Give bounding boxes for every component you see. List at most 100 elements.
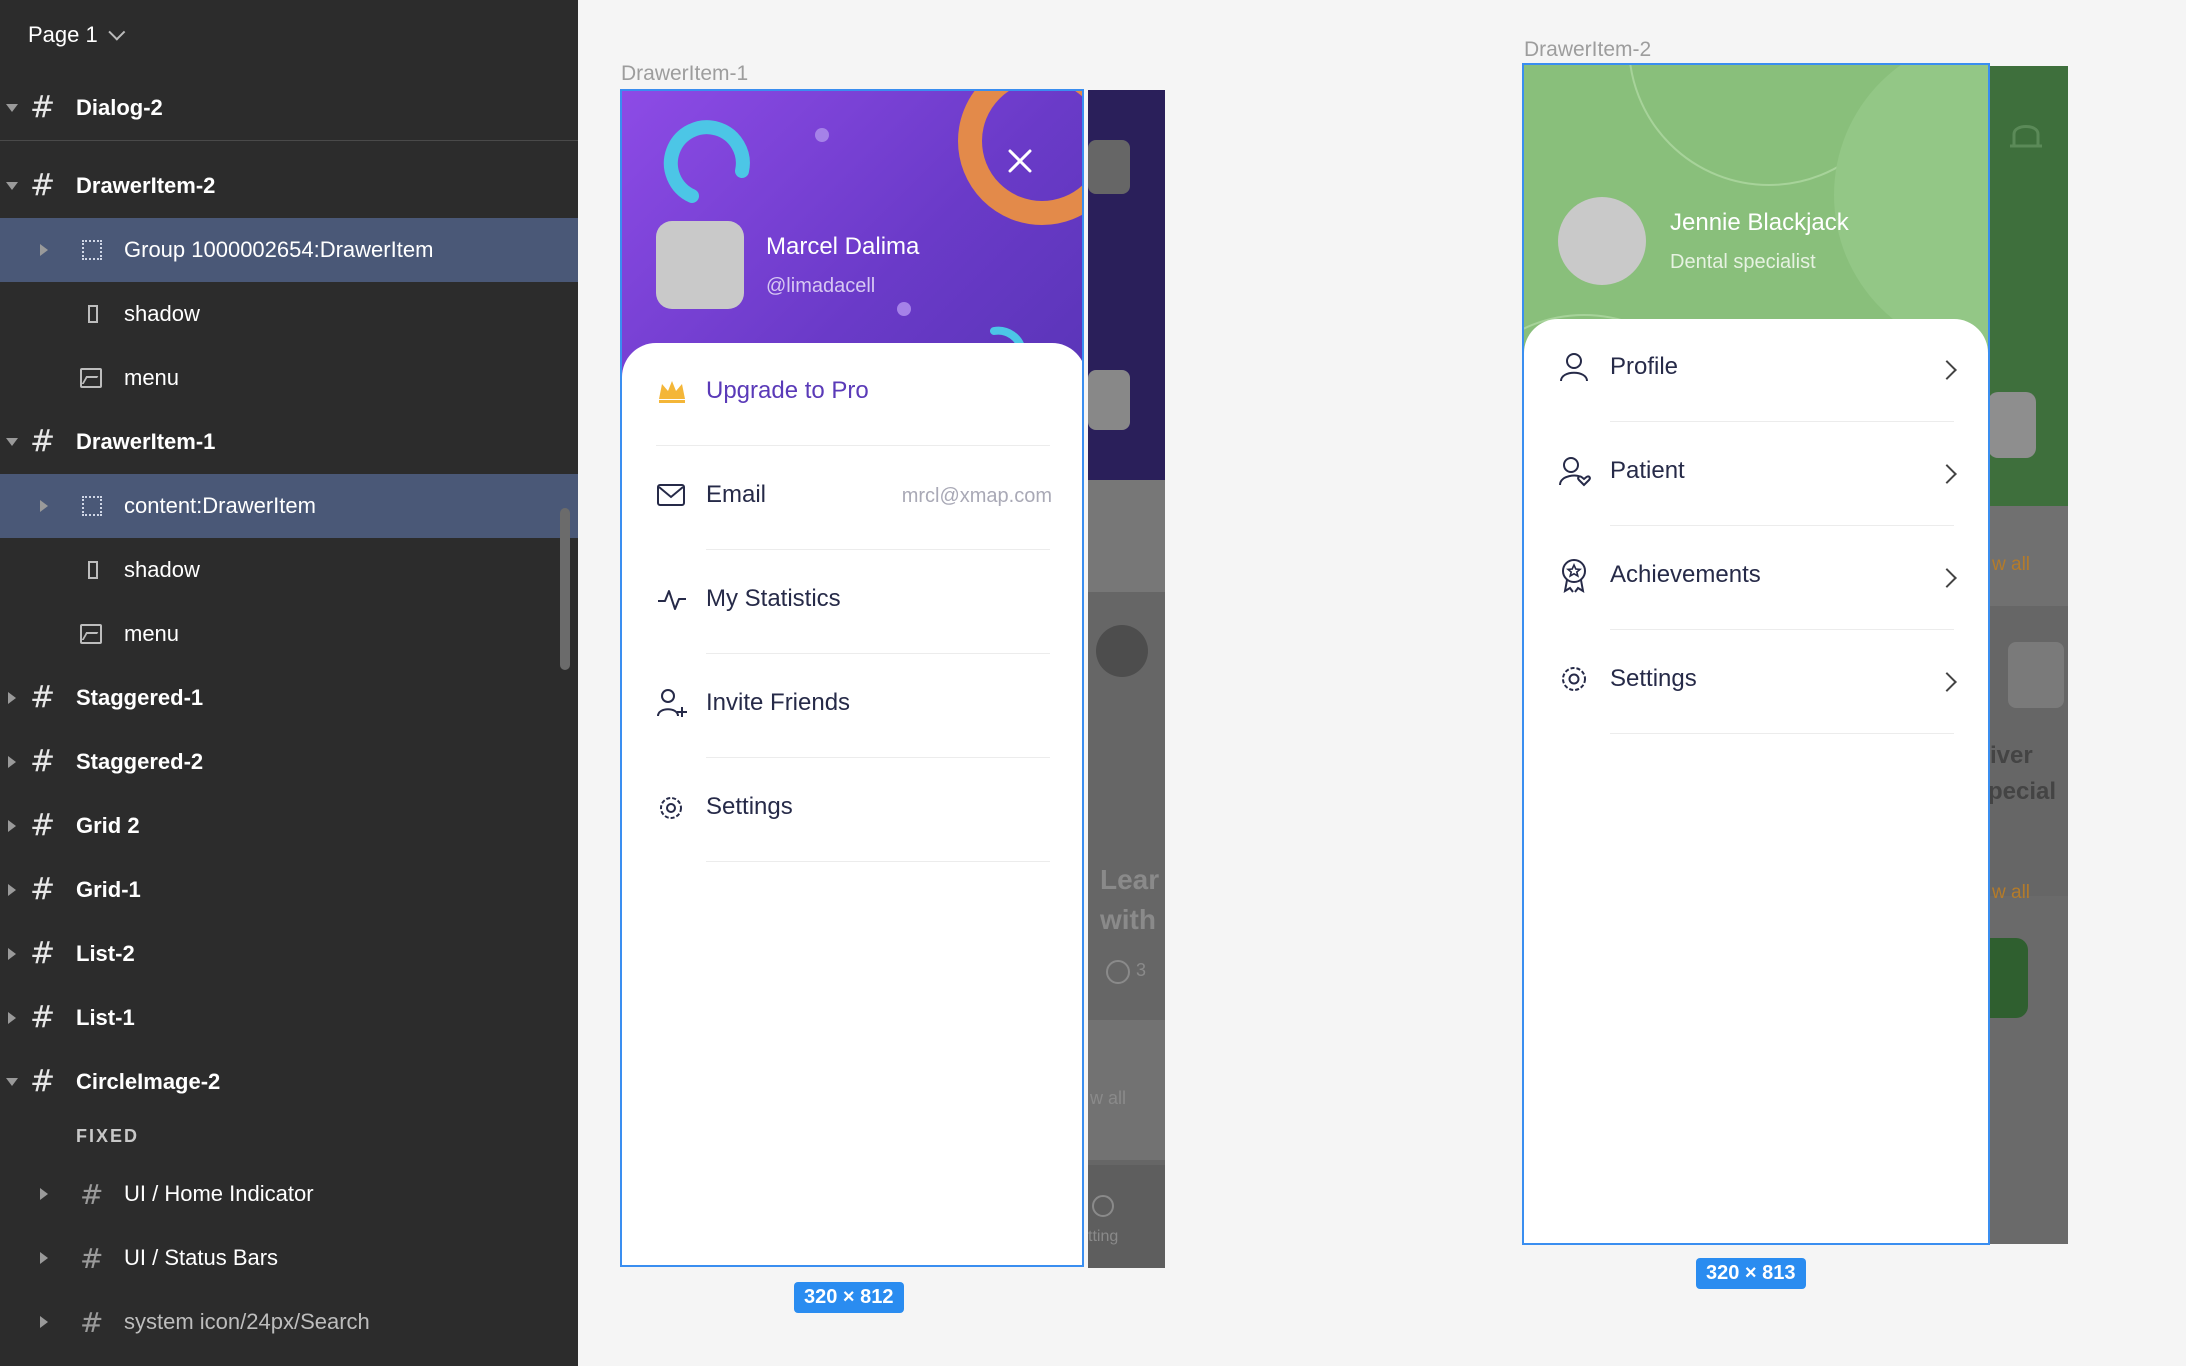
layer-row-list-2[interactable]: # List-2 — [0, 922, 578, 986]
caret-right-icon[interactable] — [40, 244, 48, 256]
frame-title-draweritem-2[interactable]: DrawerItem-2 — [1524, 38, 1651, 62]
user-icon — [1560, 353, 1588, 382]
menu-item-label: Settings — [706, 793, 793, 820]
menu-item-upgrade[interactable]: Upgrade to Pro — [622, 343, 1082, 447]
layers-panel: Page 1 # Dialog-2 # DrawerItem-2 Group 1… — [0, 0, 578, 1366]
background-block — [1088, 370, 1130, 430]
layer-row-shadow[interactable]: shadow — [0, 538, 578, 602]
background-text: pecial — [1988, 778, 2057, 805]
frame-icon: # — [80, 1306, 104, 1339]
layer-row-draweritem-2[interactable]: # DrawerItem-2 — [0, 154, 578, 218]
caret-right-icon[interactable] — [8, 884, 16, 896]
layer-row-group-draweritem[interactable]: Group 1000002654:DrawerItem — [0, 218, 578, 282]
caret-right-icon[interactable] — [40, 1188, 48, 1200]
group-icon — [82, 496, 102, 516]
menu-item-statistics[interactable]: My Statistics — [622, 551, 1082, 655]
caret-right-icon[interactable] — [8, 756, 16, 768]
layer-label: List-2 — [76, 941, 135, 966]
background-image — [2008, 642, 2064, 708]
layer-row-status-bars[interactable]: # UI / Status Bars — [0, 1226, 578, 1290]
chevron-right-icon — [1937, 464, 1957, 484]
divider — [656, 445, 1050, 446]
layer-row-staggered-1[interactable]: # Staggered-1 — [0, 666, 578, 730]
layer-row-content-draweritem[interactable]: content:DrawerItem — [0, 474, 578, 538]
layer-row-dialog-2[interactable]: # Dialog-2 — [0, 76, 578, 141]
frame-title-draweritem-1[interactable]: DrawerItem-1 — [621, 62, 748, 86]
gear-icon — [660, 797, 682, 819]
clock-icon — [1106, 960, 1130, 984]
close-button[interactable] — [1000, 141, 1040, 181]
avatar[interactable] — [1558, 197, 1646, 285]
divider — [1610, 733, 1954, 734]
layer-row-search-icon[interactable]: # system icon/24px/Search — [0, 1290, 578, 1354]
group-icon — [82, 240, 102, 260]
drawer1-header: Marcel Dalima @limadacell — [622, 91, 1082, 381]
background-text: tting — [1088, 1228, 1119, 1245]
frame-icon: # — [30, 936, 56, 971]
background-text: w all — [1992, 882, 2031, 903]
avatar[interactable] — [656, 221, 744, 309]
layer-row-shadow[interactable]: shadow — [0, 282, 578, 346]
layer-row-menu[interactable]: menu — [0, 346, 578, 410]
menu-item-patient[interactable]: Patient — [1524, 423, 1988, 527]
size-badge-draweritem-1: 320 × 812 — [794, 1282, 904, 1313]
page-selector-label: Page 1 — [28, 22, 98, 47]
layer-row-grid-2[interactable]: # Grid 2 — [0, 794, 578, 858]
caret-right-icon[interactable] — [40, 1252, 48, 1264]
image-icon — [80, 624, 102, 644]
menu-item-settings[interactable]: Settings — [622, 759, 1082, 863]
divider — [1610, 629, 1954, 630]
gear-icon — [1562, 667, 1586, 691]
drawer2-frame[interactable]: Jennie Blackjack Dental specialist Profi… — [1522, 63, 1990, 1245]
caret-right-icon[interactable] — [40, 1316, 48, 1328]
caret-down-icon[interactable] — [6, 182, 18, 190]
background-text: w all — [1992, 554, 2031, 575]
caret-down-icon[interactable] — [6, 104, 18, 112]
caret-right-icon[interactable] — [8, 1012, 16, 1024]
caret-right-icon[interactable] — [40, 500, 48, 512]
chevron-right-icon — [1937, 568, 1957, 588]
layers-scrollbar[interactable] — [560, 508, 570, 670]
layer-label: Staggered-2 — [76, 749, 204, 774]
background-text: iver — [1990, 742, 2033, 769]
drawer1-background-app: Lear with 3 w all tting — [1088, 90, 1165, 1268]
caret-right-icon[interactable] — [8, 948, 16, 960]
layer-row-circleimage-2[interactable]: # CircleImage-2 — [0, 1050, 578, 1114]
decor-dot — [897, 302, 911, 316]
layer-label: content:DrawerItem — [124, 493, 316, 518]
user-heart-icon — [1559, 457, 1591, 487]
menu-item-settings[interactable]: Settings — [1524, 631, 1988, 735]
layer-row-menu[interactable]: menu — [0, 602, 578, 666]
page-selector[interactable]: Page 1 — [28, 22, 126, 48]
menu-item-achievements[interactable]: Achievements — [1524, 527, 1988, 631]
layer-label: Grid 2 — [76, 813, 140, 838]
caret-down-icon[interactable] — [6, 1078, 18, 1086]
divider — [1610, 421, 1954, 422]
caret-right-icon[interactable] — [8, 820, 16, 832]
divider — [706, 861, 1050, 862]
menu-item-invite[interactable]: Invite Friends — [622, 655, 1082, 759]
layer-label: Group 1000002654:DrawerItem — [124, 237, 434, 262]
menu-item-profile[interactable]: Profile — [1524, 319, 1988, 423]
layer-label: shadow — [124, 557, 200, 582]
menu-item-label: Patient — [1610, 457, 1685, 484]
divider — [1610, 525, 1954, 526]
layer-label: DrawerItem-2 — [76, 173, 216, 198]
menu-item-label: Achievements — [1610, 561, 1761, 588]
layer-row-grid-1[interactable]: # Grid-1 — [0, 858, 578, 922]
menu-item-label: My Statistics — [706, 585, 841, 612]
layer-row-home-indicator[interactable]: # UI / Home Indicator — [0, 1162, 578, 1226]
layer-row-list-1[interactable]: # List-1 — [0, 986, 578, 1050]
layer-row-staggered-2[interactable]: # Staggered-2 — [0, 730, 578, 794]
user-name: Jennie Blackjack — [1670, 209, 1849, 236]
caret-down-icon[interactable] — [6, 438, 18, 446]
divider — [706, 653, 1050, 654]
menu-item-email[interactable]: Email mrcl@xmap.com — [622, 447, 1082, 551]
layer-label: menu — [124, 621, 180, 646]
layer-label: List-1 — [76, 1005, 135, 1030]
layer-label: shadow — [124, 301, 200, 326]
layer-row-draweritem-1[interactable]: # DrawerItem-1 — [0, 410, 578, 474]
drawer1-frame[interactable]: Marcel Dalima @limadacell Upgrade to Pro… — [620, 89, 1084, 1267]
caret-right-icon[interactable] — [8, 692, 16, 704]
frame-icon: # — [80, 1178, 104, 1211]
